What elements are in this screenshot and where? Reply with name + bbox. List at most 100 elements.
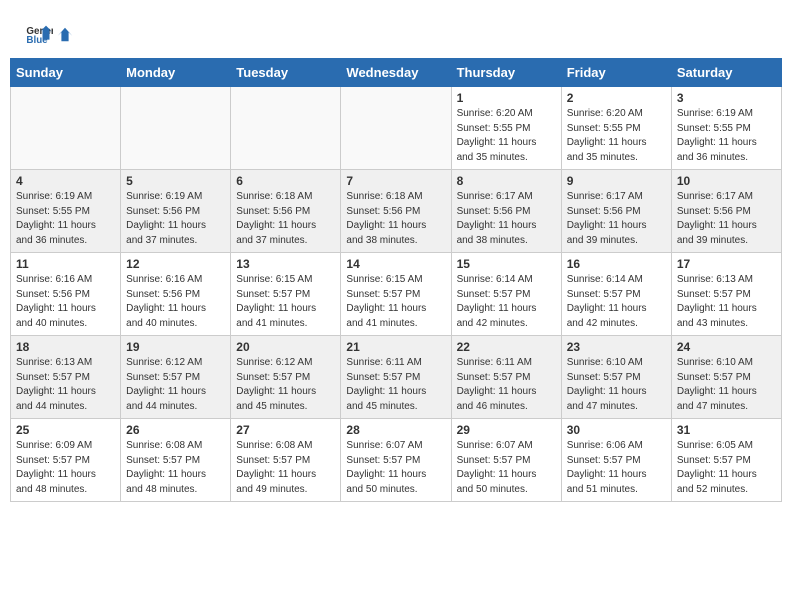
calendar-cell: 23 Sunrise: 6:10 AM Sunset: 5:57 PM Dayli… xyxy=(561,336,671,419)
day-info: Sunrise: 6:10 AM Sunset: 5:57 PM Dayligh… xyxy=(567,356,666,414)
day-number: 8 xyxy=(457,174,556,188)
calendar-cell: 8 Sunrise: 6:17 AM Sunset: 5:56 PM Daylig… xyxy=(451,170,561,253)
calendar-cell: 27 Sunrise: 6:08 AM Sunset: 5:57 PM Dayli… xyxy=(231,419,341,502)
day-info: Sunrise: 6:19 AM Sunset: 5:55 PM Dayligh… xyxy=(677,107,776,165)
day-info: Sunrise: 6:13 AM Sunset: 5:57 PM Dayligh… xyxy=(16,356,115,414)
calendar-week-row: 4 Sunrise: 6:19 AM Sunset: 5:55 PM Daylig… xyxy=(11,170,782,253)
day-number: 2 xyxy=(567,91,666,105)
calendar-cell: 13Sunrise: 6:15 AM Sunset: 5:57 PM Dayli… xyxy=(231,253,341,336)
calendar-cell: 9Sunrise: 6:17 AM Sunset: 5:56 PM Daylig… xyxy=(561,170,671,253)
calendar-cell: 14Sunrise: 6:15 AM Sunset: 5:57 PM Dayli… xyxy=(341,253,451,336)
calendar-cell: 10 Sunrise: 6:17 AM Sunset: 5:56 PM Dayli… xyxy=(671,170,781,253)
day-info: Sunrise: 6:07 AM Sunset: 5:57 PM Dayligh… xyxy=(457,439,556,497)
day-number: 7 xyxy=(346,174,445,188)
day-number: 16 xyxy=(567,257,666,271)
weekday-header-wednesday: Wednesday xyxy=(341,59,451,87)
day-info: Sunrise: 6:09 AM Sunset: 5:57 PM Dayligh… xyxy=(16,439,115,497)
day-info: Sunrise: 6:08 AM Sunset: 5:57 PM Dayligh… xyxy=(236,439,335,497)
day-info: Sunrise: 6:11 AM Sunset: 5:57 PM Dayligh… xyxy=(346,356,445,414)
day-number: 5 xyxy=(126,174,225,188)
calendar-cell: 1 Sunrise: 6:20 AM Sunset: 5:55 PM Daylig… xyxy=(451,87,561,170)
calendar-cell: 3 Sunrise: 6:19 AM Sunset: 5:55 PM Daylig… xyxy=(671,87,781,170)
calendar-cell: 26 Sunrise: 6:08 AM Sunset: 5:57 PM Dayli… xyxy=(121,419,231,502)
day-info: Sunrise: 6:07 AM Sunset: 5:57 PM Dayligh… xyxy=(346,439,445,497)
day-info: Sunrise: 6:10 AM Sunset: 5:57 PM Dayligh… xyxy=(677,356,776,414)
calendar-cell: 18Sunrise: 6:13 AM Sunset: 5:57 PM Dayli… xyxy=(11,336,121,419)
calendar-week-row: 1 Sunrise: 6:20 AM Sunset: 5:55 PM Daylig… xyxy=(11,87,782,170)
day-info: Sunrise: 6:08 AM Sunset: 5:57 PM Dayligh… xyxy=(126,439,225,497)
day-number: 3 xyxy=(677,91,776,105)
day-info: Sunrise: 6:12 AM Sunset: 5:57 PM Dayligh… xyxy=(236,356,335,414)
day-number: 27 xyxy=(236,423,335,437)
day-number: 15 xyxy=(457,257,556,271)
day-info: Sunrise: 6:19 AM Sunset: 5:56 PM Dayligh… xyxy=(126,190,225,248)
day-number: 9 xyxy=(567,174,666,188)
weekday-header-sunday: Sunday xyxy=(11,59,121,87)
calendar-cell: 6Sunrise: 6:18 AM Sunset: 5:56 PM Daylig… xyxy=(231,170,341,253)
day-info: Sunrise: 6:05 AM Sunset: 5:57 PM Dayligh… xyxy=(677,439,776,497)
calendar-cell: 4 Sunrise: 6:19 AM Sunset: 5:55 PM Daylig… xyxy=(11,170,121,253)
day-number: 29 xyxy=(457,423,556,437)
calendar-cell: 17 Sunrise: 6:13 AM Sunset: 5:57 PM Dayli… xyxy=(671,253,781,336)
day-info: Sunrise: 6:16 AM Sunset: 5:56 PM Dayligh… xyxy=(16,273,115,331)
day-number: 12 xyxy=(126,257,225,271)
day-info: Sunrise: 6:17 AM Sunset: 5:56 PM Dayligh… xyxy=(677,190,776,248)
calendar-cell xyxy=(231,87,341,170)
day-info: Sunrise: 6:16 AM Sunset: 5:56 PM Dayligh… xyxy=(126,273,225,331)
day-number: 31 xyxy=(677,423,776,437)
calendar-cell xyxy=(341,87,451,170)
weekday-header-tuesday: Tuesday xyxy=(231,59,341,87)
day-number: 21 xyxy=(346,340,445,354)
day-number: 17 xyxy=(677,257,776,271)
day-number: 6 xyxy=(236,174,335,188)
calendar-cell xyxy=(11,87,121,170)
calendar-cell: 29 Sunrise: 6:07 AM Sunset: 5:57 PM Dayli… xyxy=(451,419,561,502)
calendar-week-row: 11 Sunrise: 6:16 AM Sunset: 5:56 PM Dayli… xyxy=(11,253,782,336)
day-number: 28 xyxy=(346,423,445,437)
weekday-header-row: SundayMondayTuesdayWednesdayThursdayFrid… xyxy=(11,59,782,87)
day-number: 19 xyxy=(126,340,225,354)
day-info: Sunrise: 6:06 AM Sunset: 5:57 PM Dayligh… xyxy=(567,439,666,497)
day-number: 1 xyxy=(457,91,556,105)
day-info: Sunrise: 6:19 AM Sunset: 5:55 PM Dayligh… xyxy=(16,190,115,248)
calendar-cell: 30Sunrise: 6:06 AM Sunset: 5:57 PM Dayli… xyxy=(561,419,671,502)
day-number: 26 xyxy=(126,423,225,437)
weekday-header-saturday: Saturday xyxy=(671,59,781,87)
day-info: Sunrise: 6:17 AM Sunset: 5:56 PM Dayligh… xyxy=(457,190,556,248)
weekday-header-thursday: Thursday xyxy=(451,59,561,87)
calendar-cell xyxy=(121,87,231,170)
day-number: 24 xyxy=(677,340,776,354)
day-info: Sunrise: 6:20 AM Sunset: 5:55 PM Dayligh… xyxy=(457,107,556,165)
day-number: 25 xyxy=(16,423,115,437)
day-number: 4 xyxy=(16,174,115,188)
day-number: 11 xyxy=(16,257,115,271)
calendar-cell: 5 Sunrise: 6:19 AM Sunset: 5:56 PM Daylig… xyxy=(121,170,231,253)
calendar-cell: 19Sunrise: 6:12 AM Sunset: 5:57 PM Dayli… xyxy=(121,336,231,419)
calendar-cell: 24 Sunrise: 6:10 AM Sunset: 5:57 PM Dayli… xyxy=(671,336,781,419)
day-number: 14 xyxy=(346,257,445,271)
weekday-header-monday: Monday xyxy=(121,59,231,87)
day-info: Sunrise: 6:11 AM Sunset: 5:57 PM Dayligh… xyxy=(457,356,556,414)
svg-text:Blue: Blue xyxy=(26,35,48,46)
calendar-cell: 15 Sunrise: 6:14 AM Sunset: 5:57 PM Dayli… xyxy=(451,253,561,336)
calendar-cell: 7Sunrise: 6:18 AM Sunset: 5:56 PM Daylig… xyxy=(341,170,451,253)
day-number: 23 xyxy=(567,340,666,354)
day-info: Sunrise: 6:15 AM Sunset: 5:57 PM Dayligh… xyxy=(236,273,335,331)
calendar-cell: 20 Sunrise: 6:12 AM Sunset: 5:57 PM Dayli… xyxy=(231,336,341,419)
day-info: Sunrise: 6:14 AM Sunset: 5:57 PM Dayligh… xyxy=(567,273,666,331)
calendar-cell: 16 Sunrise: 6:14 AM Sunset: 5:57 PM Dayli… xyxy=(561,253,671,336)
day-info: Sunrise: 6:20 AM Sunset: 5:55 PM Dayligh… xyxy=(567,107,666,165)
day-info: Sunrise: 6:14 AM Sunset: 5:57 PM Dayligh… xyxy=(457,273,556,331)
page-header: General Blue xyxy=(10,10,782,53)
calendar-cell: 11 Sunrise: 6:16 AM Sunset: 5:56 PM Dayli… xyxy=(11,253,121,336)
calendar-cell: 31 Sunrise: 6:05 AM Sunset: 5:57 PM Dayli… xyxy=(671,419,781,502)
logo-chevron-icon xyxy=(56,25,74,43)
day-number: 20 xyxy=(236,340,335,354)
calendar-week-row: 25 Sunrise: 6:09 AM Sunset: 5:57 PM Dayli… xyxy=(11,419,782,502)
calendar-cell: 25 Sunrise: 6:09 AM Sunset: 5:57 PM Dayli… xyxy=(11,419,121,502)
day-number: 10 xyxy=(677,174,776,188)
calendar-table: SundayMondayTuesdayWednesdayThursdayFrid… xyxy=(10,58,782,502)
day-info: Sunrise: 6:13 AM Sunset: 5:57 PM Dayligh… xyxy=(677,273,776,331)
calendar-cell: 2 Sunrise: 6:20 AM Sunset: 5:55 PM Daylig… xyxy=(561,87,671,170)
logo: General Blue xyxy=(25,20,75,48)
